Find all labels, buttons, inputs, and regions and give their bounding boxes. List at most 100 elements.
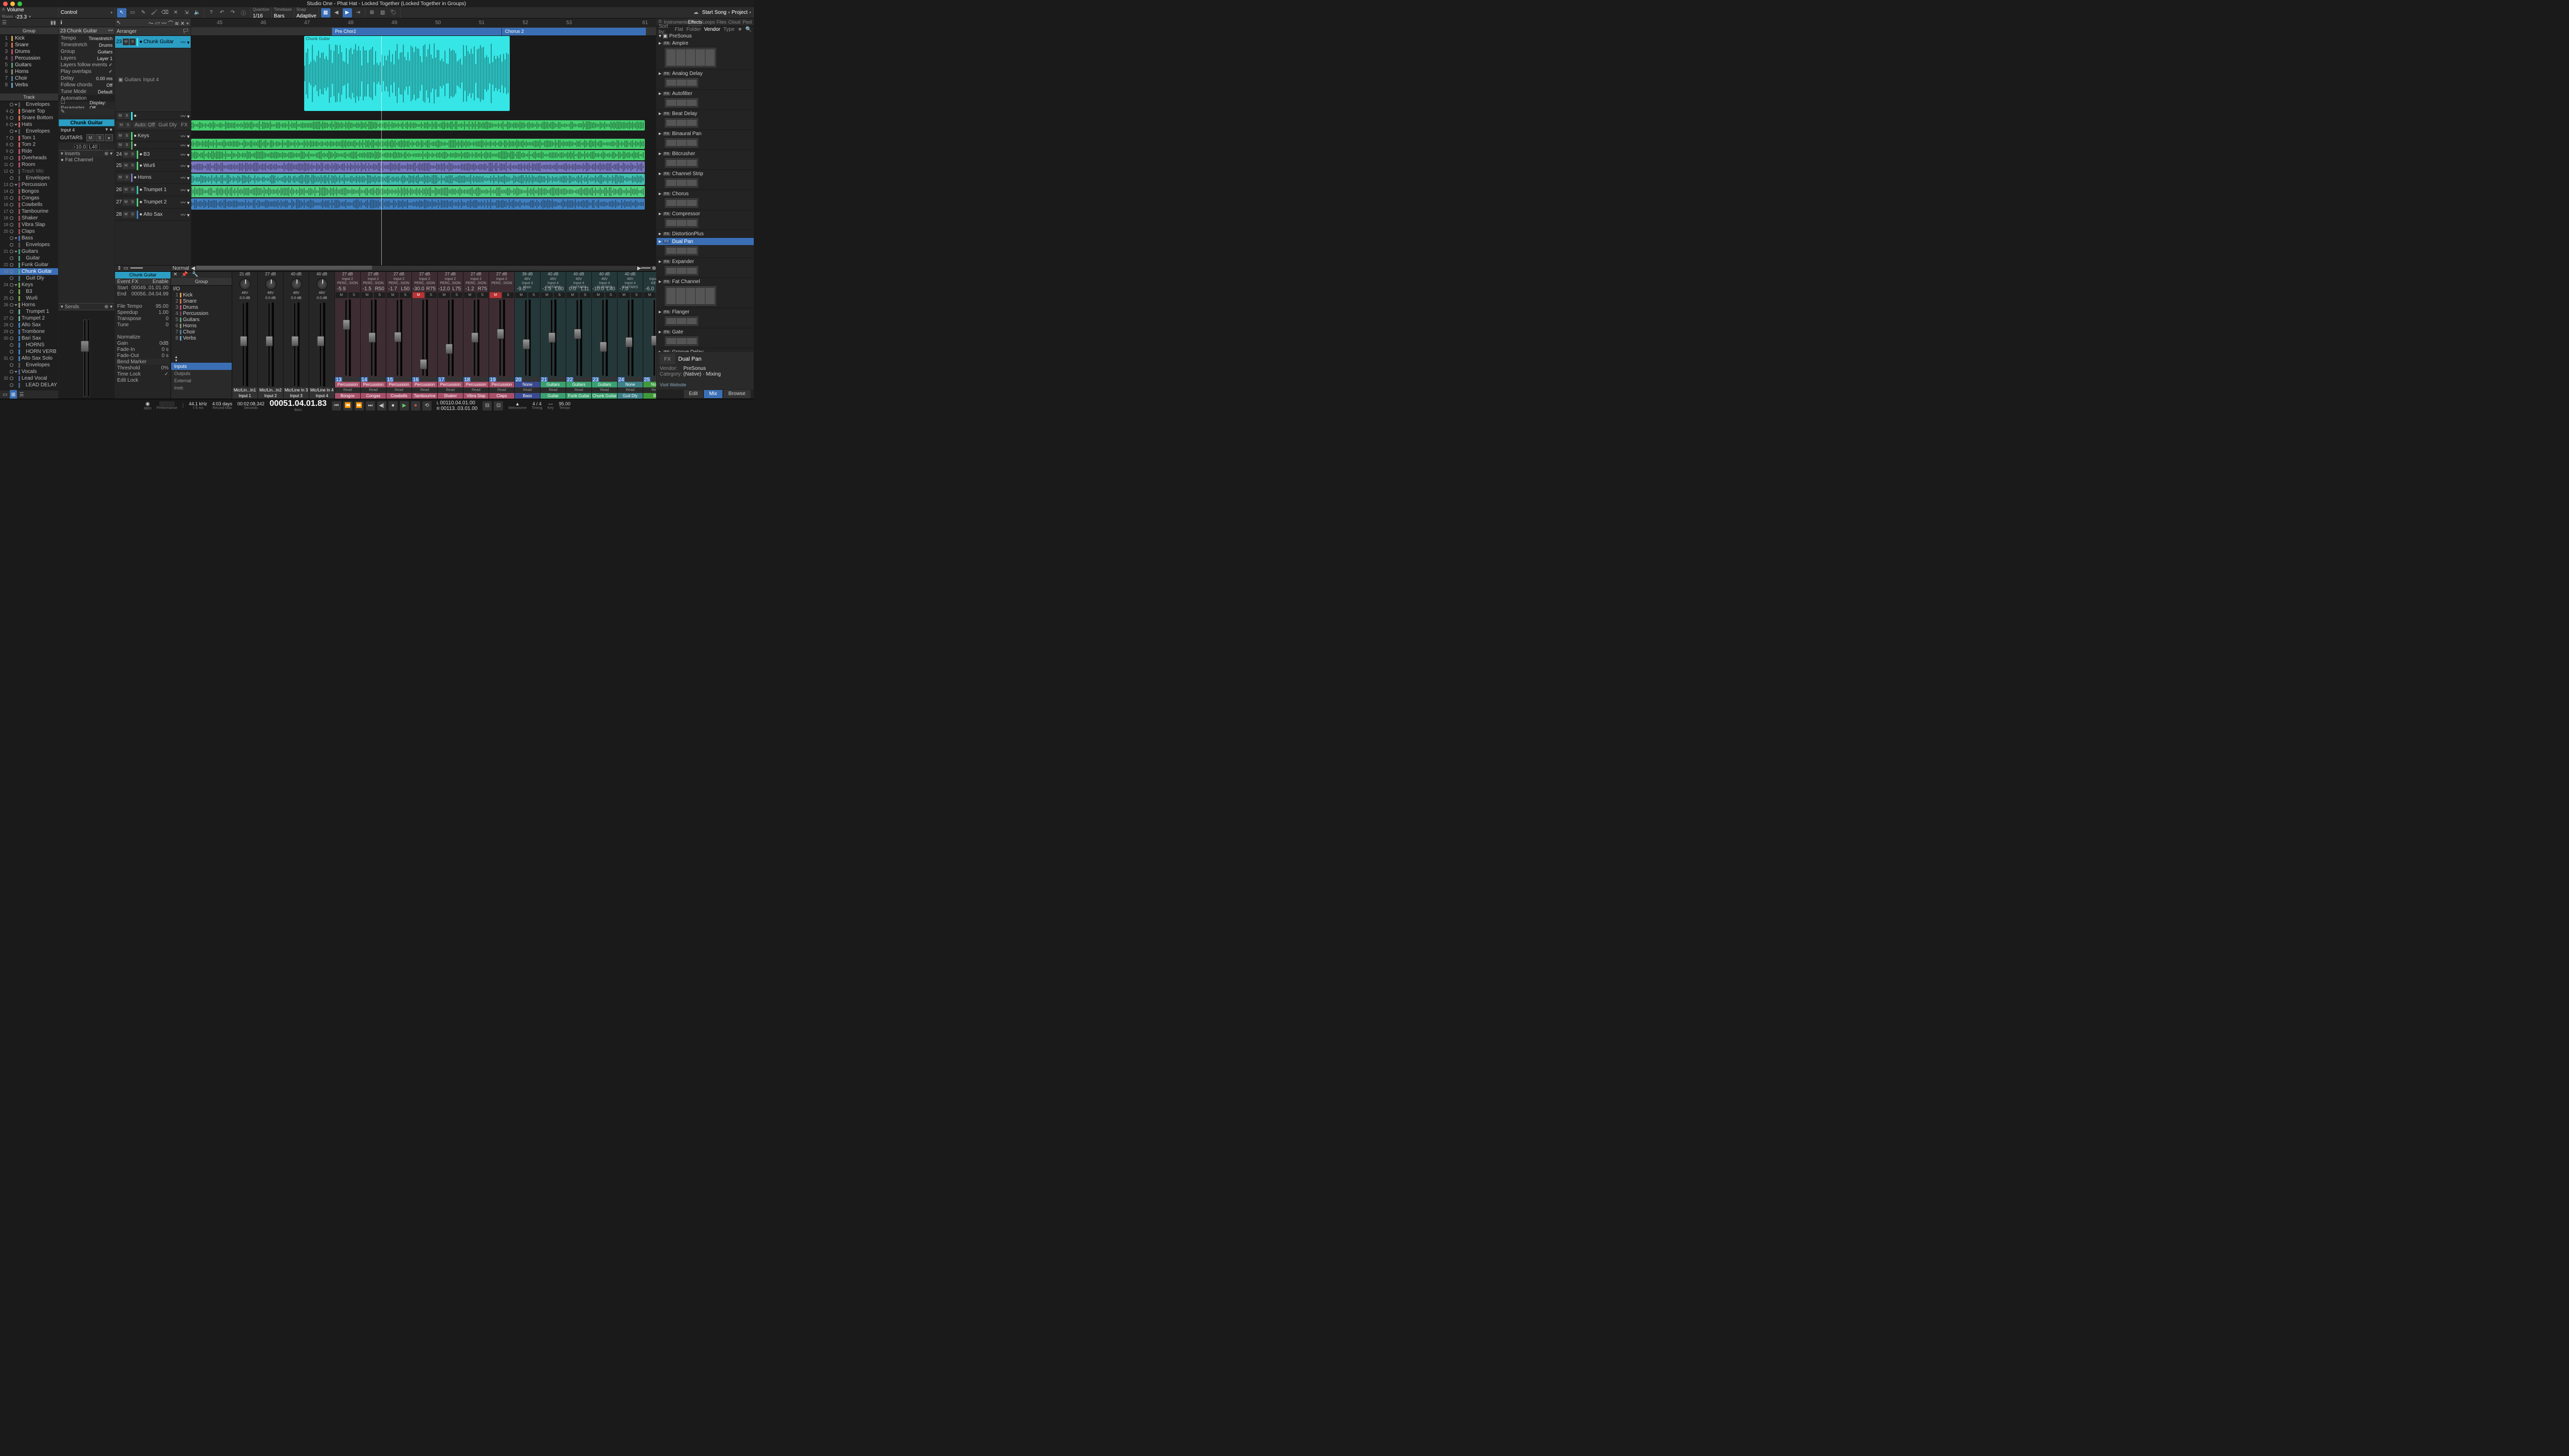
inspector-param[interactable]: Play overlaps✓ [59,68,115,75]
footer-tabs[interactable]: EditMixBrowse [657,389,754,399]
effect-item[interactable]: ▸FXBeat Delay [657,110,754,117]
audio-clip[interactable] [191,174,645,185]
mixer-channel[interactable]: 27 dBInput 2PERC..SION-1.7L50MS15Percuss… [386,272,412,399]
sends-label[interactable]: Sends [65,304,79,310]
arranger-track-header[interactable]: MS●〰 ▾ [115,142,191,149]
threshold-value[interactable]: 0% [161,365,169,371]
control-label[interactable]: Control [61,10,77,15]
cloud-icon[interactable]: ☁ [691,8,700,17]
enable-label[interactable]: Enable [153,279,169,285]
track-item[interactable]: 5Snare Bottom [0,115,58,121]
track-item[interactable]: 6Hats [0,121,58,128]
key-label[interactable]: Key [548,406,554,410]
group-item[interactable]: 1Kick [0,35,58,42]
track-item[interactable]: LEAD DELAY [0,382,58,388]
clip-inspector-row[interactable]: Transpose0 [115,315,171,322]
effect-thumb[interactable] [665,246,698,255]
effect-item[interactable]: ▸FXGate [657,328,754,335]
curve-icons[interactable]: 〜 ▱ 〰 ⌒ ≋ ✕ + [148,19,189,27]
erase-tool-icon[interactable]: ⌫ [160,8,170,17]
effect-thumb[interactable] [665,138,698,147]
tempo-value[interactable]: 95.00 [559,401,571,406]
effect-item[interactable]: ▸FXChorus [657,190,754,197]
inspector-bus[interactable]: GUITARS [60,135,86,141]
star-icon[interactable]: ★ [738,27,742,32]
mixer-channel[interactable]: 21 dB48V0.0 dBMic/Lin...In1Input 1 [232,272,258,399]
inspector-param[interactable]: TempoTimestretch [59,35,115,42]
track-view-icon[interactable]: ▭ [2,390,9,399]
timelock-label[interactable]: Time Lock [117,371,141,377]
arranger-track-header[interactable]: 27MS●Trumpet 2〰 ▾ [115,196,191,209]
mix-group-item[interactable]: 8Verbs [171,335,232,341]
inspector-param[interactable]: Follow chordsOff [59,82,115,88]
audio-clip[interactable] [191,198,645,210]
track-item[interactable]: HORN VERB [0,348,58,355]
view-small-icon[interactable]: ▭ [123,266,128,271]
metronome-icon[interactable]: ▲ [515,401,520,406]
inspector-toggle-icon[interactable]: i [61,20,62,26]
browser-tab-files[interactable]: Files [715,18,728,26]
pin-icon[interactable]: 📌 [179,272,190,278]
browser-root[interactable]: ▾▣PreSonus [657,32,754,40]
midi-icon[interactable]: ◉ [145,401,150,407]
visit-website-link[interactable]: Visit Website [660,382,751,387]
browser-tab-loops[interactable]: Loops [702,18,715,26]
clip-inspector-row[interactable]: Speedup1.00 [115,309,171,315]
editlock-label[interactable]: Edit Lock [117,378,138,383]
zoom-h-icon[interactable]: ━━━ ⊕ [641,266,656,271]
mix-nav-[interactable] [171,391,232,399]
snap-toggle-icon[interactable]: ▦ [321,8,330,17]
effect-item[interactable]: ▸FXFlanger [657,308,754,315]
track-item[interactable]: 21Guitars [0,248,58,255]
effect-thumb[interactable] [665,78,698,87]
sort-vendor[interactable]: Vendor [704,27,720,32]
mixer-channel[interactable]: 38 dB48VInput 3Main-9.0MS20NoneReadBass [515,272,541,399]
arrow-tool-icon[interactable]: ↖ [117,8,126,17]
track-item[interactable]: 23Chunk Guitar [0,268,58,275]
arranger-track-header[interactable]: MS●Keys〰 ▾ [115,130,191,142]
insert-fatchannel[interactable]: Fat Channel [65,157,93,163]
track-item[interactable]: 11Room [0,161,58,168]
mix-nav-outputs[interactable]: Outputs [171,370,232,377]
song-button[interactable]: Song [714,10,726,15]
ripple-icon[interactable]: ⇥ [353,8,363,17]
loop-right[interactable]: 00113..03.01.00 [441,406,478,412]
track-item[interactable]: 32Lead Vocal [0,375,58,382]
inspector-input[interactable]: Input 4 [61,127,75,133]
track-item[interactable]: 19Vibra Slap [0,221,58,228]
marker-icon[interactable]: 🏷 [389,8,398,17]
audio-clip[interactable] [191,139,645,149]
effect-thumb[interactable] [665,98,698,107]
track-item[interactable]: Bass [0,235,58,241]
track-item[interactable]: 24Keys [0,282,58,288]
mixer-channel[interactable]: 40 dB48VInput 4GUITARS-1.5L60MS21Guitars… [541,272,566,399]
mixer-channel[interactable]: 40 dB48V0.0 dBMic/Line In 4Input 4 [309,272,335,399]
start-button[interactable]: Start [702,10,713,15]
track-item[interactable]: 13Percussion [0,181,58,188]
mix-group-item[interactable]: 2Snare [171,298,232,304]
autopunch-icon[interactable]: ⊡ [494,401,503,410]
sort-folder[interactable]: Folder [686,27,701,32]
sort-flat[interactable]: Flat [675,27,683,32]
prev-marker-icon[interactable]: ◀| [377,401,386,410]
bend-tool-icon[interactable]: ⇲ [182,8,191,17]
clip-inspector-row[interactable] [115,328,171,334]
track-item[interactable]: Envelopes [0,175,58,181]
split-tool-icon[interactable]: ✎ [139,8,148,17]
footer-tab-mix[interactable]: Mix [704,390,722,398]
mixer-channel[interactable]: 27 dB48V0.0 dBMic/Lin...In2Input 2 [258,272,284,399]
track-item[interactable]: 16Cowbells [0,201,58,208]
track-item[interactable]: 8Tom 2 [0,141,58,148]
search-icon[interactable]: 🔍 [746,27,752,32]
mixer-channel[interactable]: 27 dBInput 2PERC..SION-5.9MS13Percussion… [335,272,361,399]
browser-tab-effects[interactable]: Effects [688,18,702,26]
mix-nav-instr.[interactable]: Instr. [171,384,232,391]
mute-button[interactable]: M [86,134,95,141]
track-item[interactable]: 4Snare Top [0,108,58,115]
mixer-channel[interactable]: Input 18KEYS-6.0L30MS25NoneReadB3 [643,272,656,399]
arranger-track-header[interactable]: 28MS●Alto Sax〰 ▾ [115,209,191,221]
arrow-small-icon[interactable]: ↖ [117,20,121,26]
track-item[interactable]: HORNS [0,342,58,348]
mixer-channel[interactable]: 27 dBInput 2PERC..SION-1.2R75MS18Percuss… [463,272,489,399]
arranger-track-header[interactable]: MS●Horns〰 ▾ [115,172,191,184]
